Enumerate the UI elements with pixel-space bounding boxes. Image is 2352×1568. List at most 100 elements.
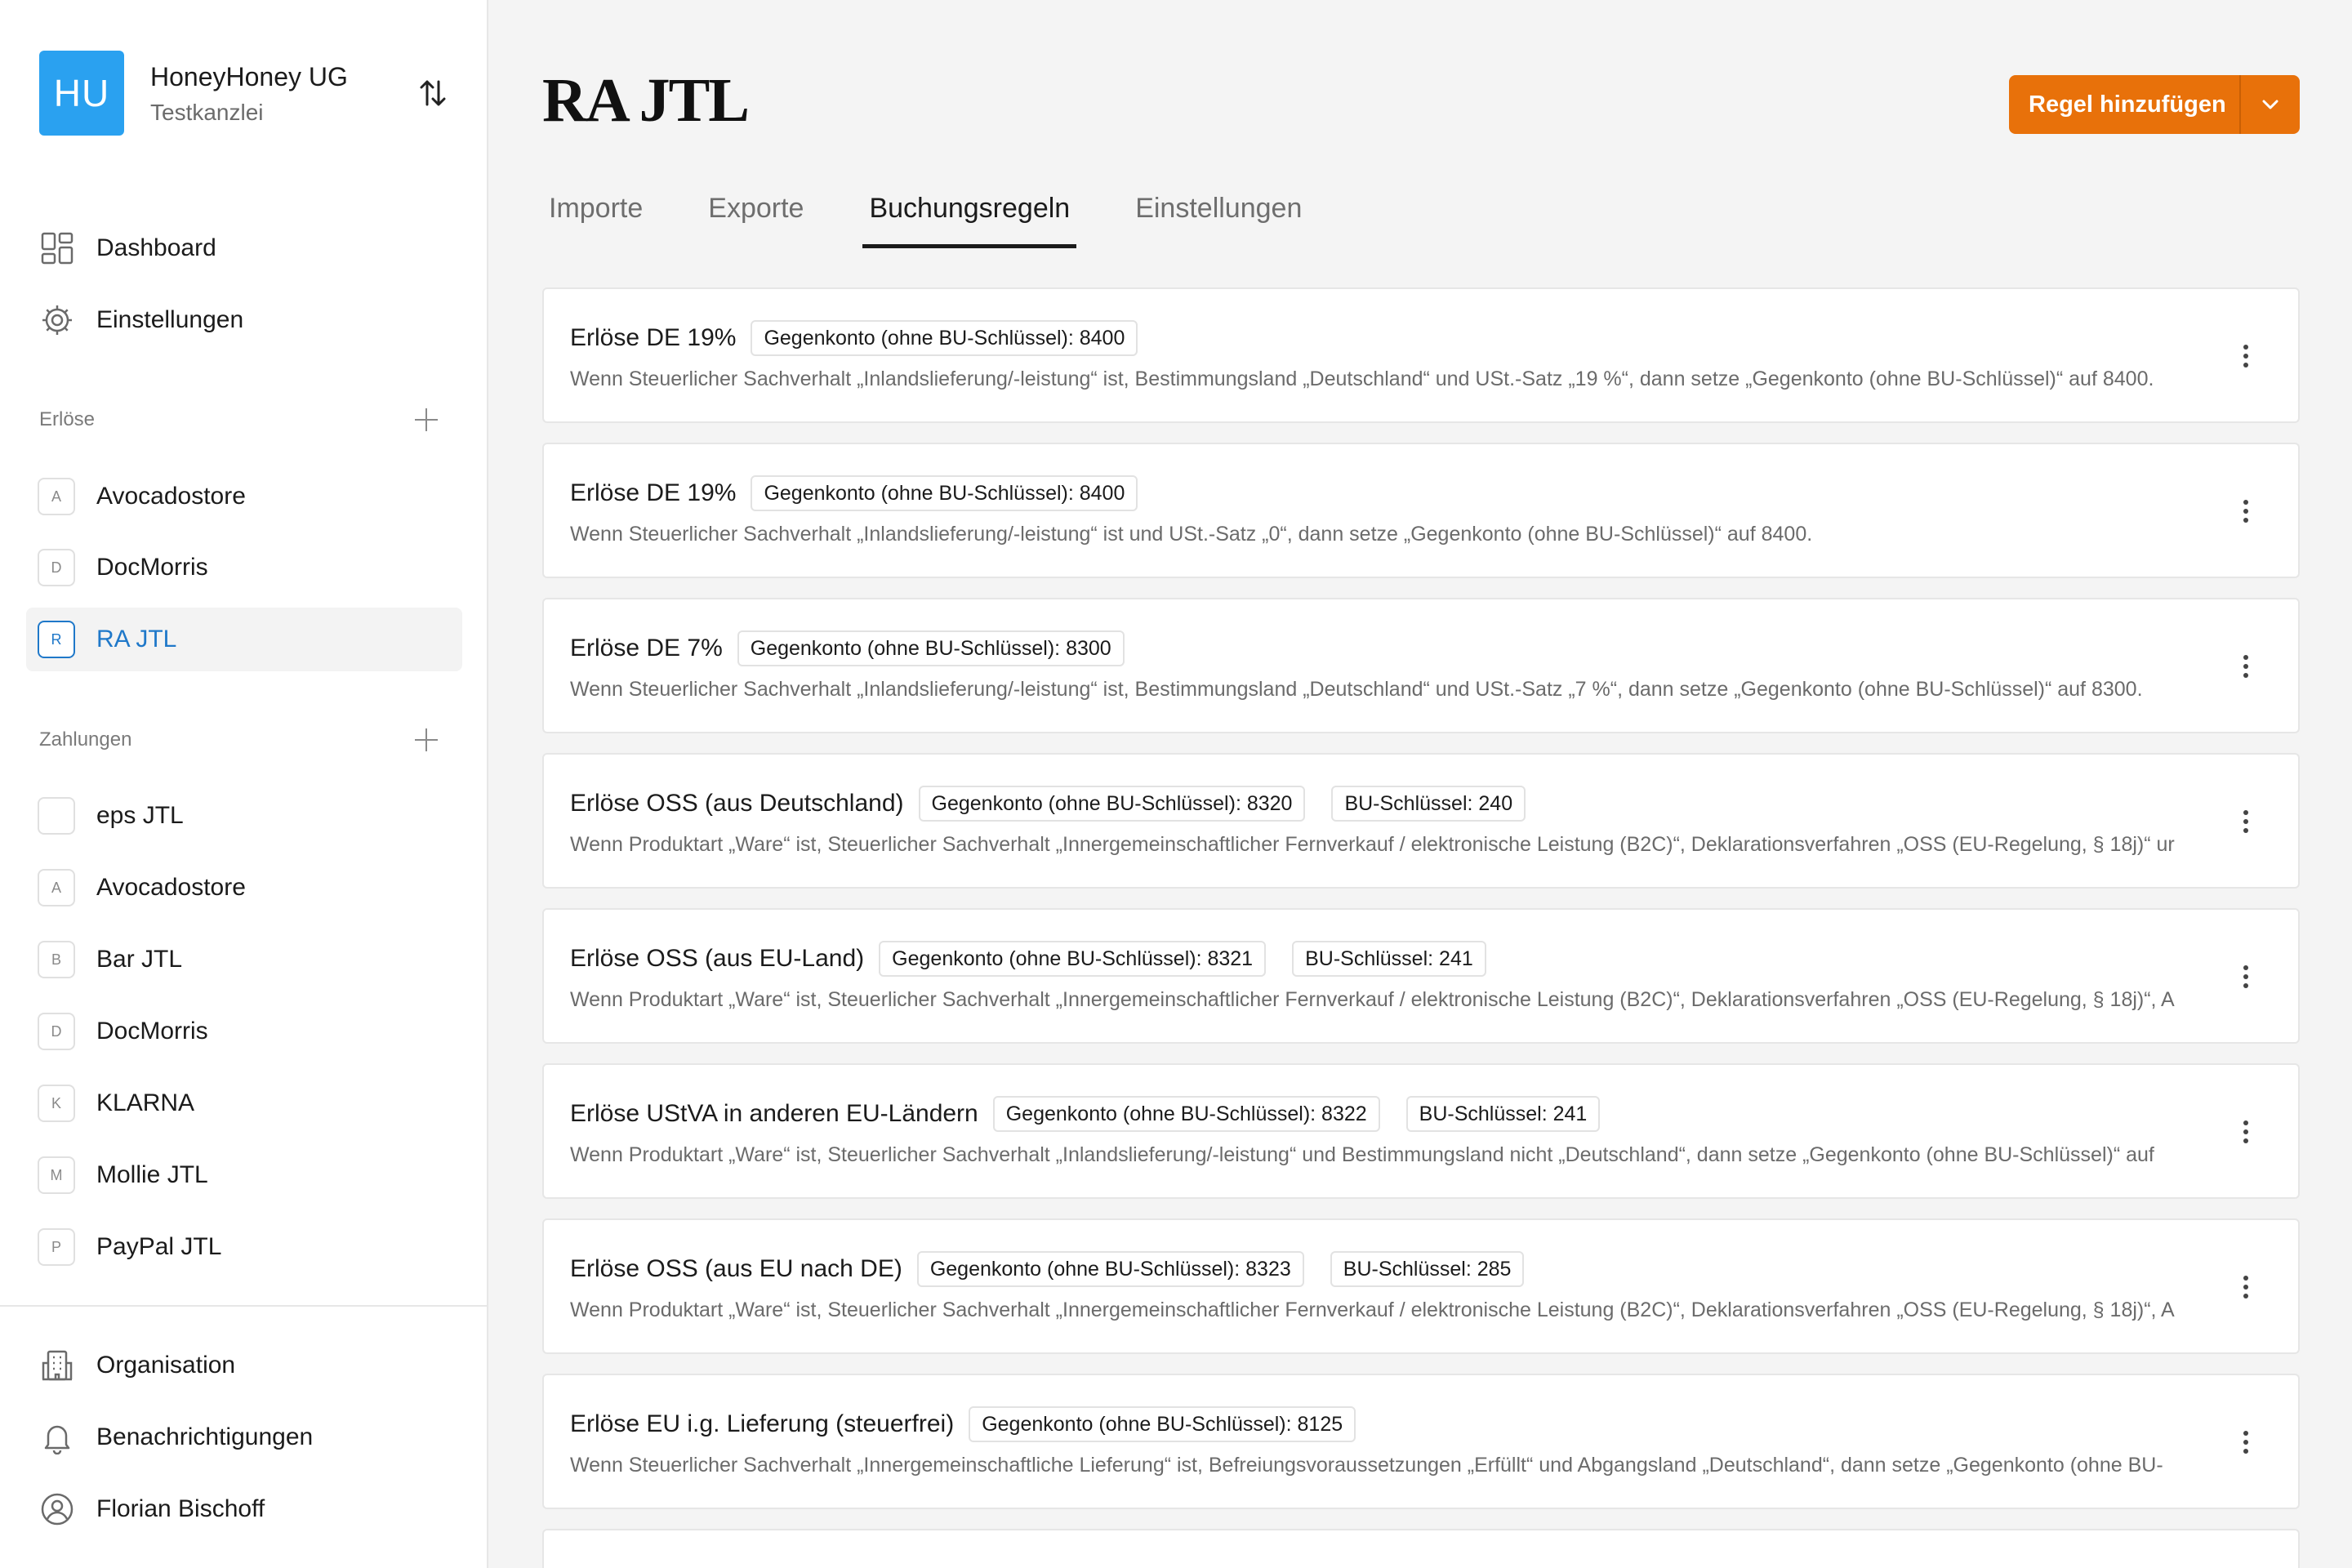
payment-item-klarna[interactable]: K KLARNA: [26, 1071, 462, 1135]
source-label: PayPal JTL: [96, 1233, 222, 1260]
gear-icon: [39, 302, 75, 338]
rule-chip: Gegenkonto (ohne BU-Schlüssel): 8321: [879, 941, 1267, 977]
source-badge: A: [38, 478, 75, 515]
tab-buchungsregeln[interactable]: Buchungsregeln: [862, 185, 1076, 248]
bell-icon: [39, 1419, 75, 1455]
nav-settings-label: Einstellungen: [96, 306, 244, 333]
source-badge: B: [38, 941, 75, 978]
source-badge: R: [38, 621, 75, 658]
nav-dashboard[interactable]: Dashboard: [39, 222, 464, 274]
page-title: RA JTL: [542, 66, 750, 135]
rule-description: Wenn Produktart „Ware“ ist, Steuerlicher…: [570, 833, 2175, 856]
rule-chip: Gegenkonto (ohne BU-Schlüssel): 8320: [918, 786, 1306, 822]
rule-description: Wenn Steuerlicher Sachverhalt „Inlandsli…: [570, 523, 1813, 546]
more-options-icon[interactable]: [2230, 960, 2262, 993]
rule-card[interactable]: Erlöse DE 19% Gegenkonto (ohne BU-Schlüs…: [542, 287, 2300, 423]
rule-title: Erlöse UStVA in anderen EU-Ländern: [570, 1100, 978, 1127]
more-options-icon[interactable]: [2230, 1426, 2262, 1459]
payments-section-header: Zahlungen: [39, 722, 441, 758]
tab-exporte[interactable]: Exporte: [702, 185, 810, 248]
rule-card-partial[interactable]: [542, 1529, 2300, 1568]
source-badge: P: [38, 1228, 75, 1266]
chevron-down-icon[interactable]: [2241, 75, 2300, 134]
user-circle-icon: [39, 1491, 75, 1527]
revenue-item-avocadostore[interactable]: A Avocadostore: [26, 465, 462, 528]
org-switcher[interactable]: HU HoneyHoney UG Testkanzlei: [39, 51, 451, 137]
more-options-icon[interactable]: [2230, 1116, 2262, 1148]
more-options-icon[interactable]: [2230, 340, 2262, 372]
org-name: HoneyHoney UG: [150, 62, 348, 91]
source-label: Avocadostore: [96, 874, 246, 901]
more-options-icon[interactable]: [2230, 495, 2262, 528]
rule-chip: Gegenkonto (ohne BU-Schlüssel): 8300: [737, 630, 1125, 666]
rule-chip: Gegenkonto (ohne BU-Schlüssel): 8125: [969, 1406, 1356, 1442]
payment-item-paypal-jtl[interactable]: P PayPal JTL: [26, 1215, 462, 1279]
nav-dashboard-label: Dashboard: [96, 234, 216, 261]
rule-chip: BU-Schlüssel: 241: [1292, 941, 1486, 977]
rule-chip: BU-Schlüssel: 240: [1331, 786, 1526, 822]
rule-card[interactable]: Erlöse EU i.g. Lieferung (steuerfrei) Ge…: [542, 1374, 2300, 1509]
source-label: DocMorris: [96, 554, 208, 581]
revenue-item-docmorris[interactable]: D DocMorris: [26, 536, 462, 599]
rule-chip: BU-Schlüssel: 285: [1330, 1251, 1525, 1287]
sidebar-divider: [0, 1305, 488, 1307]
rule-title: Erlöse EU i.g. Lieferung (steuerfrei): [570, 1410, 955, 1437]
source-label: DocMorris: [96, 1018, 208, 1045]
revenue-item-ra-jtl[interactable]: R RA JTL: [26, 608, 462, 671]
payment-item-mollie-jtl[interactable]: M Mollie JTL: [26, 1143, 462, 1207]
rule-card[interactable]: Erlöse OSS (aus EU-Land) Gegenkonto (ohn…: [542, 908, 2300, 1044]
source-badge: K: [38, 1085, 75, 1122]
rule-card[interactable]: Erlöse UStVA in anderen EU-Ländern Gegen…: [542, 1063, 2300, 1199]
rule-chip: BU-Schlüssel: 241: [1405, 1096, 1601, 1132]
payment-item-avocadostore[interactable]: A Avocadostore: [26, 856, 462, 920]
rule-description: Wenn Produktart „Ware“ ist, Steuerlicher…: [570, 1298, 2175, 1321]
add-revenue-plus-icon[interactable]: [412, 405, 441, 434]
source-label: Avocadostore: [96, 483, 246, 510]
revenue-section-header: Erlöse: [39, 402, 441, 438]
tab-bar: Importe Exporte Buchungsregeln Einstellu…: [542, 185, 1361, 248]
rule-chip: Gegenkonto (ohne BU-Schlüssel): 8400: [751, 320, 1138, 356]
rule-card[interactable]: Erlöse OSS (aus Deutschland) Gegenkonto …: [542, 753, 2300, 889]
nav-user-profile[interactable]: Florian Bischoff: [39, 1483, 464, 1535]
org-avatar: HU: [39, 51, 124, 136]
rule-title: Erlöse OSS (aus EU-Land): [570, 945, 865, 972]
tab-importe[interactable]: Importe: [542, 185, 649, 248]
rule-title: Erlöse DE 19%: [570, 479, 737, 506]
payment-item-bar-jtl[interactable]: B Bar JTL: [26, 928, 462, 991]
nav-notifications[interactable]: Benachrichtigungen: [39, 1411, 464, 1463]
rule-card[interactable]: Erlöse OSS (aus EU nach DE) Gegenkonto (…: [542, 1218, 2300, 1354]
revenue-heading: Erlöse: [39, 408, 96, 430]
rule-description: Wenn Produktart „Ware“ ist, Steuerlicher…: [570, 1143, 2154, 1166]
source-label: Mollie JTL: [96, 1161, 208, 1188]
rule-description: Wenn Steuerlicher Sachverhalt „Inlandsli…: [570, 678, 2143, 701]
nav-notifications-label: Benachrichtigungen: [96, 1423, 314, 1450]
nav-settings[interactable]: Einstellungen: [39, 294, 464, 346]
rule-description: Wenn Steuerlicher Sachverhalt „Inlandsli…: [570, 368, 2154, 390]
rule-title: Erlöse OSS (aus Deutschland): [570, 790, 904, 817]
more-options-icon[interactable]: [2230, 1271, 2262, 1303]
sidebar: HU HoneyHoney UG Testkanzlei Dashboard E…: [0, 0, 488, 1568]
add-rule-label: Regel hinzufügen: [2029, 91, 2226, 118]
rule-title: Erlöse OSS (aus EU nach DE): [570, 1255, 902, 1282]
rule-card[interactable]: Erlöse DE 7% Gegenkonto (ohne BU-Schlüss…: [542, 598, 2300, 733]
source-badge: [38, 797, 75, 835]
rule-card[interactable]: Erlöse DE 19% Gegenkonto (ohne BU-Schlüs…: [542, 443, 2300, 578]
rule-description: Wenn Steuerlicher Sachverhalt „Innergeme…: [570, 1454, 2163, 1477]
payment-item-eps-jtl[interactable]: eps JTL: [26, 784, 462, 848]
nav-organisation[interactable]: Organisation: [39, 1339, 464, 1392]
add-payment-plus-icon[interactable]: [412, 725, 441, 755]
nav-organisation-label: Organisation: [96, 1352, 236, 1379]
building-icon: [39, 1348, 75, 1383]
payment-item-docmorris[interactable]: D DocMorris: [26, 1000, 462, 1063]
more-options-icon[interactable]: [2230, 650, 2262, 683]
more-options-icon[interactable]: [2230, 805, 2262, 838]
user-name: Florian Bischoff: [96, 1495, 265, 1522]
tab-einstellungen[interactable]: Einstellungen: [1129, 185, 1308, 248]
source-badge: D: [38, 549, 75, 586]
rule-chip: Gegenkonto (ohne BU-Schlüssel): 8323: [916, 1251, 1304, 1287]
rule-chip: Gegenkonto (ohne BU-Schlüssel): 8322: [992, 1096, 1380, 1132]
dashboard-icon: [39, 230, 75, 266]
swap-arrows-icon[interactable]: [415, 75, 451, 111]
add-rule-button[interactable]: Regel hinzufügen: [2009, 75, 2300, 134]
source-label: Bar JTL: [96, 946, 183, 973]
